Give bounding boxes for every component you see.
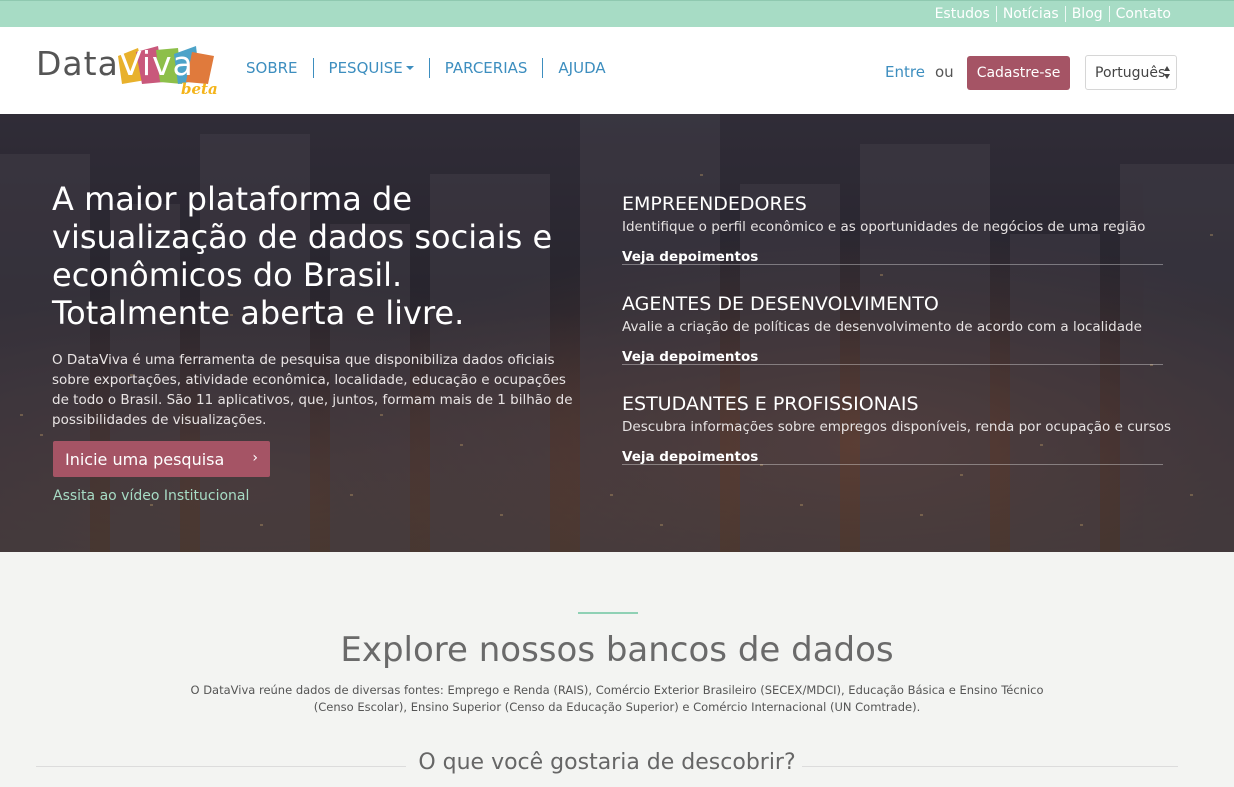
site-header: Data Viva beta SOBRE PESQUISE PARCERIAS … <box>0 27 1234 114</box>
login-link[interactable]: Entre <box>885 63 925 81</box>
testimonials-link[interactable]: Veja depoimentos <box>622 449 758 465</box>
section-divider <box>578 612 638 614</box>
discover-heading: O que você gostaria de descobrir? <box>36 750 1178 780</box>
divider-line-right <box>802 766 1178 767</box>
audience-subtitle: Avalie a criação de políticas de desenvo… <box>622 319 1142 335</box>
audience-title: AGENTES DE DESENVOLVIMENTO <box>622 293 939 315</box>
main-nav: SOBRE PESQUISE PARCERIAS AJUDA <box>231 58 621 78</box>
top-utility-bar: Estudos Notícias Blog Contato <box>0 0 1234 27</box>
explore-description: O DataViva reúne dados de diversas fonte… <box>190 683 1044 714</box>
dataviva-logo[interactable]: Data Viva beta <box>36 44 226 104</box>
select-arrows-icon <box>1164 66 1171 80</box>
audience-subtitle: Identifique o perfil econômico e as opor… <box>622 219 1146 235</box>
link-contato[interactable]: Contato <box>1108 6 1177 22</box>
audience-subtitle: Descubra informações sobre empregos disp… <box>622 419 1172 435</box>
link-estudos[interactable]: Estudos <box>929 6 996 22</box>
utility-links: Estudos Notícias Blog Contato <box>929 6 1177 22</box>
auth-links: Entre ou <box>885 63 954 81</box>
link-noticias[interactable]: Notícias <box>995 6 1065 22</box>
audience-title: EMPREENDEDORES <box>622 193 807 215</box>
audience-entrepreneurs: EMPREENDEDORES Identifique o perfil econ… <box>622 193 1163 265</box>
nav-pesquise[interactable]: PESQUISE <box>312 58 429 78</box>
hero-section: A maior plataforma de visualização de da… <box>0 114 1234 552</box>
start-search-label: Inicie uma pesquisa <box>65 449 225 469</box>
logo-data-text: Data <box>36 44 119 83</box>
hero-title: A maior plataforma de visualização de da… <box>52 180 553 332</box>
audience-development-agents: AGENTES DE DESENVOLVIMENTO Avalie a cria… <box>622 293 1163 365</box>
nav-sobre[interactable]: SOBRE <box>231 58 313 78</box>
testimonials-link[interactable]: Veja depoimentos <box>622 349 758 365</box>
link-blog[interactable]: Blog <box>1064 6 1109 22</box>
institutional-video-link[interactable]: Assita ao vídeo Institucional <box>53 488 249 504</box>
nav-parcerias[interactable]: PARCERIAS <box>428 58 543 78</box>
testimonials-link[interactable]: Veja depoimentos <box>622 249 758 265</box>
explore-title: Explore nossos bancos de dados <box>340 630 894 670</box>
chevron-right-icon: › <box>252 450 258 466</box>
discover-text: O que você gostaria de descobrir? <box>418 750 796 775</box>
hero-description: O DataViva é uma ferramenta de pesquisa … <box>52 352 573 428</box>
nav-ajuda[interactable]: AJUDA <box>542 58 620 78</box>
or-text: ou <box>934 63 954 81</box>
logo-beta-text: beta <box>181 80 218 98</box>
language-value: Português <box>1095 64 1166 81</box>
audience-title: ESTUDANTES E PROFISSIONAIS <box>622 393 919 415</box>
language-select[interactable]: Português <box>1085 55 1177 90</box>
audience-students: ESTUDANTES E PROFISSIONAIS Descubra info… <box>622 393 1171 465</box>
logo-viva-text: Viva <box>119 44 194 83</box>
signup-button[interactable]: Cadastre-se <box>967 56 1070 90</box>
caret-down-icon <box>405 66 414 70</box>
start-search-button[interactable]: Inicie uma pesquisa › <box>53 441 270 477</box>
